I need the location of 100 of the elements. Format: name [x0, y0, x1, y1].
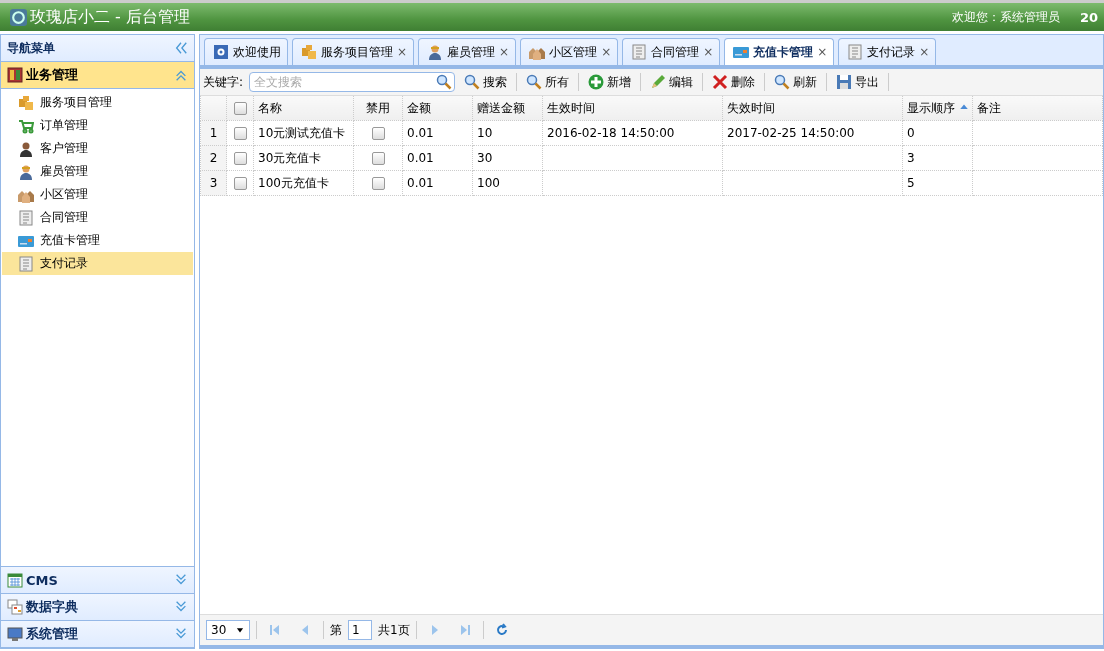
tab[interactable]: 合同管理 ×	[622, 38, 721, 65]
menu-item[interactable]: 小区管理	[2, 183, 193, 206]
pencil-icon	[650, 74, 667, 90]
tab[interactable]: 服务项目管理 ×	[292, 38, 415, 65]
double-chevron-left-icon	[174, 41, 188, 55]
calendar-icon	[7, 572, 23, 588]
tab[interactable]: 欢迎使用	[204, 38, 288, 65]
menu-item[interactable]: 服务项目管理	[2, 91, 193, 114]
toolbar-button[interactable]: 所有	[523, 71, 573, 93]
person-icon	[18, 140, 34, 157]
double-chevron-down-icon	[174, 600, 188, 614]
close-icon[interactable]: ×	[817, 45, 828, 59]
table-cell: 10	[472, 120, 543, 146]
caret-down-icon	[235, 625, 245, 635]
checkbox[interactable]	[233, 102, 247, 115]
table-cell: 0.01	[402, 120, 473, 146]
sidebar-title: 导航菜单	[7, 39, 55, 57]
ledger-icon	[7, 67, 23, 83]
search-icon	[774, 74, 791, 90]
worker-icon	[427, 44, 444, 60]
table-cell: 0.01	[402, 145, 473, 171]
cart-icon	[18, 117, 34, 134]
menu-item[interactable]: 订单管理	[2, 114, 193, 137]
menu-item[interactable]: 合同管理	[2, 206, 193, 229]
welcome-text: 欢迎您：系统管理员	[951, 8, 1060, 26]
toolbar-button[interactable]: 搜索	[461, 71, 511, 93]
menu-item[interactable]: 充值卡管理	[2, 229, 193, 252]
table-cell: 100元充值卡	[253, 170, 354, 196]
tab[interactable]: 充值卡管理 ×	[724, 38, 835, 65]
search-icon	[436, 74, 453, 90]
worker-icon	[18, 163, 34, 180]
page-total: 共1页	[378, 621, 410, 639]
accordion-header[interactable]: CMS	[1, 567, 194, 594]
search-icon	[464, 74, 481, 90]
table-cell: 2016-02-18 14:50:00	[542, 120, 723, 146]
keyword-label: 关键字:	[203, 73, 244, 91]
column-header[interactable]: 金额	[402, 96, 473, 121]
close-icon[interactable]: ×	[397, 45, 408, 59]
boxes-icon	[18, 94, 34, 111]
menu-item[interactable]: 客户管理	[2, 137, 193, 160]
search-field[interactable]: 全文搜索	[249, 72, 456, 92]
close-icon[interactable]: ×	[601, 45, 612, 59]
app-title: 玫瑰店小二 - 后台管理	[30, 6, 190, 28]
menu-item[interactable]: 雇员管理	[2, 160, 193, 183]
checkbox[interactable]	[233, 177, 247, 190]
checkbox[interactable]	[233, 152, 247, 165]
row-number: 2	[200, 145, 227, 171]
table-cell: 0.01	[402, 170, 473, 196]
document-icon	[18, 255, 34, 272]
close-icon[interactable]: ×	[919, 45, 930, 59]
toolbar-button[interactable]: 导出	[833, 71, 883, 93]
tab[interactable]: 小区管理 ×	[520, 38, 619, 65]
column-header[interactable]: 失效时间	[722, 96, 903, 121]
table-cell: 30元充值卡	[253, 145, 354, 171]
column-header[interactable]: 禁用	[353, 96, 403, 121]
monitor-icon	[7, 626, 23, 642]
column-header[interactable]: 生效时间	[542, 96, 723, 121]
column-header[interactable]: 赠送金额	[472, 96, 543, 121]
toolbar-button[interactable]: 删除	[709, 71, 759, 93]
page-input[interactable]: 1	[348, 620, 372, 640]
toolbar-button[interactable]: 刷新	[771, 71, 821, 93]
accordion-header[interactable]: 数据字典	[1, 594, 194, 621]
double-chevron-down-icon	[174, 627, 188, 641]
double-chevron-up-icon	[174, 68, 188, 82]
column-header[interactable]: 名称	[253, 96, 354, 121]
card-icon	[733, 44, 750, 60]
column-header[interactable]: 显示顺序	[902, 96, 973, 121]
floppy-icon	[836, 74, 853, 90]
menu-item[interactable]: 支付记录	[2, 252, 193, 275]
table-cell: 5	[902, 170, 973, 196]
windows-icon	[7, 599, 23, 615]
row-number: 1	[200, 120, 227, 146]
boxes-icon	[301, 44, 317, 60]
plus-icon	[588, 74, 605, 90]
table-cell: 30	[472, 145, 543, 171]
accordion-header[interactable]: 业务管理	[1, 62, 194, 89]
table-cell: 3	[902, 145, 973, 171]
column-header[interactable]: 备注	[972, 96, 1103, 121]
table-cell: 10元测试充值卡	[253, 120, 354, 146]
window-icon	[213, 44, 229, 60]
close-icon[interactable]: ×	[499, 45, 510, 59]
logo-icon	[10, 8, 27, 26]
document-icon	[847, 44, 864, 60]
tab[interactable]: 雇员管理 ×	[418, 38, 517, 65]
page-size-select[interactable]: 30	[206, 620, 250, 640]
document-icon	[18, 209, 34, 226]
table-cell: 0	[902, 120, 973, 146]
table-cell: 100	[472, 170, 543, 196]
close-icon[interactable]: ×	[703, 45, 714, 59]
header-text: 20	[1079, 9, 1098, 25]
page-label: 第	[330, 621, 342, 639]
accordion-header[interactable]: 系统管理	[1, 621, 194, 648]
toolbar-button[interactable]: 编辑	[647, 71, 697, 93]
toolbar-button[interactable]: 新增	[585, 71, 635, 93]
cross-icon	[712, 74, 729, 90]
double-chevron-down-icon	[174, 573, 188, 587]
table-cell: 2017-02-25 14:50:00	[722, 120, 903, 146]
checkbox[interactable]	[233, 127, 247, 140]
search-icon	[526, 74, 543, 90]
tab[interactable]: 支付记录 ×	[838, 38, 937, 65]
